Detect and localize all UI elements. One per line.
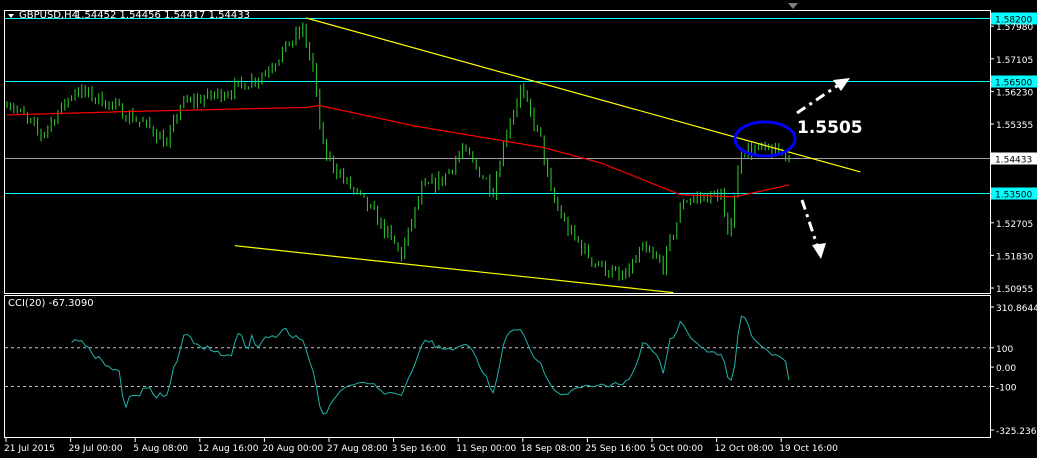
symbol-title: GBPUSD,H4 <box>19 10 78 21</box>
price-tick-label: 1.50955 <box>996 285 1033 295</box>
price-tick-label: 1.57105 <box>996 56 1033 66</box>
level-price-label: 1.56500 <box>995 79 1032 89</box>
price-tick-label: 1.55355 <box>996 121 1033 131</box>
price-tick-label: 1.51830 <box>996 252 1033 262</box>
time-tick-label: 5 Aug 08:00 <box>133 444 188 454</box>
price-chart[interactable]: 1.582001.565001.535001.544331.579801.571… <box>0 0 1037 458</box>
time-tick-label: 12 Aug 16:00 <box>198 444 259 454</box>
cci-title: CCI(20) -67.3090 <box>8 298 94 309</box>
bid-price-label: 1.54433 <box>995 156 1032 166</box>
time-tick-label: 3 Sep 16:00 <box>392 444 447 454</box>
annotation-label: 1.5505 <box>797 118 863 138</box>
time-tick-label: 25 Sep 16:00 <box>585 444 645 454</box>
time-tick-label: 21 Jul 2015 <box>4 444 55 454</box>
time-tick-label: 27 Aug 08:00 <box>327 444 388 454</box>
time-tick-label: 20 Aug 00:00 <box>262 444 323 454</box>
time-tick-label: 11 Sep 00:00 <box>456 444 516 454</box>
time-tick-label: 19 Oct 16:00 <box>779 444 838 454</box>
cci-tick-label: 310.8644 <box>996 304 1037 314</box>
time-tick-label: 18 Sep 08:00 <box>521 444 581 454</box>
time-tick-label: 5 Oct 00:00 <box>650 444 703 454</box>
cci-tick-label: 0.00 <box>996 364 1016 374</box>
ohlc-values: 1.54452 1.54456 1.54417 1.54433 <box>75 10 250 21</box>
cci-tick-label: -325.2368 <box>996 427 1037 437</box>
cci-tick-label: 100 <box>996 345 1013 355</box>
cci-tick-label: -100 <box>996 383 1017 393</box>
level-price-label: 1.53500 <box>995 191 1032 201</box>
time-tick-label: 12 Oct 08:00 <box>715 444 774 454</box>
chart-background <box>0 0 1037 458</box>
time-tick-label: 29 Jul 00:00 <box>69 444 123 454</box>
price-tick-label: 1.57980 <box>996 23 1033 33</box>
price-tick-label: 1.56230 <box>996 88 1033 98</box>
price-tick-label: 1.52705 <box>996 220 1033 230</box>
